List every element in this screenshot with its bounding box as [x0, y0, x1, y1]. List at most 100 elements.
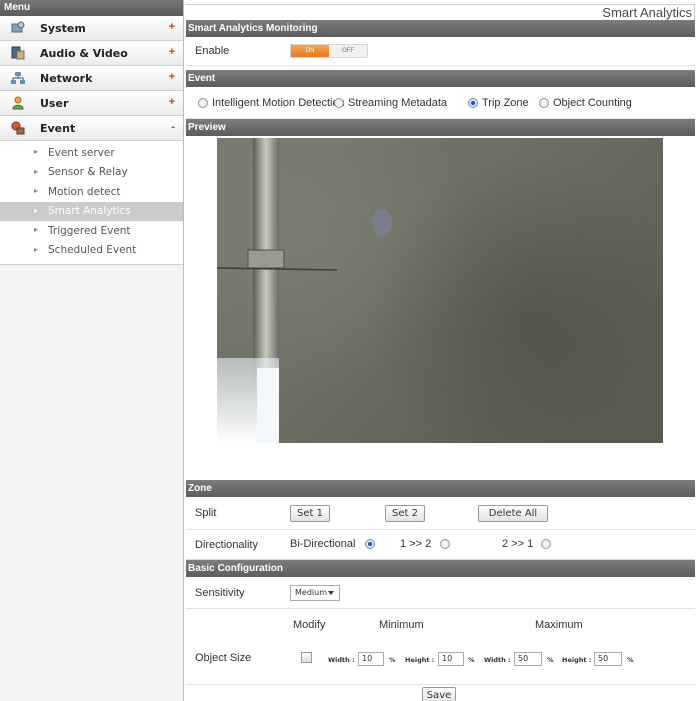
- camera-preview[interactable]: [217, 138, 663, 443]
- section-monitoring: Smart Analytics Monitoring: [186, 20, 695, 37]
- enable-toggle[interactable]: ON OFF: [290, 44, 368, 58]
- expand-marker[interactable]: +: [169, 21, 175, 33]
- one-to-two-radio[interactable]: [440, 539, 450, 549]
- collapse-marker[interactable]: -: [171, 121, 175, 133]
- sidebar-item-label: Network: [40, 71, 93, 85]
- bi-directional-radio[interactable]: [365, 539, 375, 549]
- radio-button[interactable]: [468, 98, 478, 108]
- set2-button[interactable]: Set 2: [385, 505, 425, 522]
- submenu-item-triggered-event[interactable]: ▸ Triggered Event: [0, 221, 183, 241]
- toggle-off[interactable]: OFF: [329, 45, 367, 57]
- percent-label: %: [389, 656, 396, 664]
- user-icon: [10, 95, 26, 111]
- sidebar-item-user[interactable]: User +: [0, 91, 183, 116]
- min-width-label: Width :: [328, 656, 355, 664]
- max-height-label: Height :: [562, 656, 592, 664]
- toggle-on[interactable]: ON: [291, 45, 329, 57]
- split-row: Split Set 1 Set 2 Delete All: [186, 497, 695, 530]
- submenu-label: Scheduled Event: [48, 244, 137, 257]
- network-icon: [10, 70, 26, 86]
- radio-button[interactable]: [334, 98, 344, 108]
- sidebar-item-system[interactable]: System +: [0, 16, 183, 41]
- submenu-label: Motion detect: [48, 185, 121, 198]
- min-width-input[interactable]: 10: [358, 652, 384, 666]
- event-option-imd[interactable]: Intelligent Motion Detection: [198, 97, 345, 109]
- delete-all-button[interactable]: Delete All: [478, 505, 548, 522]
- percent-label: %: [547, 656, 554, 664]
- modify-header: Modify: [293, 619, 326, 631]
- sidebar-item-label: System: [40, 21, 86, 35]
- percent-label: %: [468, 656, 475, 664]
- radio-button[interactable]: [539, 98, 549, 108]
- preview-area: [186, 136, 695, 480]
- radio-button[interactable]: [198, 98, 208, 108]
- submenu-item-motion-detect[interactable]: ▸ Motion detect: [0, 182, 183, 202]
- sidebar-item-label: User: [40, 96, 69, 110]
- sidebar: Menu System + Audio & Video + Network + …: [0, 0, 184, 701]
- arrow-right-icon: ▸: [34, 205, 39, 215]
- sidebar-item-audio-video[interactable]: Audio & Video +: [0, 41, 183, 66]
- event-icon: [10, 120, 26, 136]
- sidebar-item-label: Audio & Video: [40, 46, 128, 60]
- split-label: Split: [195, 507, 217, 519]
- min-height-input[interactable]: 10: [438, 652, 464, 666]
- modify-checkbox[interactable]: [301, 652, 312, 663]
- sensitivity-row: Sensitivity Medium: [186, 577, 695, 609]
- max-width-label: Width :: [484, 656, 511, 664]
- expand-marker[interactable]: +: [169, 71, 175, 83]
- expand-marker[interactable]: +: [169, 46, 175, 58]
- object-size-row: Modify Minimum Maximum Object Size Width…: [186, 609, 695, 685]
- directionality-label: Directionality: [195, 538, 258, 551]
- section-zone: Zone: [186, 480, 695, 497]
- page-title: Smart Analytics: [186, 4, 695, 20]
- submenu-item-sensor-relay[interactable]: ▸ Sensor & Relay: [0, 163, 183, 183]
- directionality-row: Directionality Bi-Directional 1 >> 2 2 >…: [186, 530, 695, 560]
- event-option-metadata[interactable]: Streaming Metadata: [334, 97, 447, 109]
- system-icon: [10, 20, 26, 36]
- option-label: Intelligent Motion Detection: [212, 97, 345, 109]
- submenu-label: Smart Analytics: [48, 205, 131, 218]
- section-basic-config: Basic Configuration: [186, 560, 695, 577]
- minimum-header: Minimum: [379, 619, 424, 631]
- submenu-item-smart-analytics[interactable]: ▸ Smart Analytics: [0, 201, 183, 221]
- maximum-header: Maximum: [535, 619, 583, 631]
- section-event: Event: [186, 70, 695, 87]
- arrow-right-icon: ▸: [34, 244, 39, 254]
- bi-directional-label: Bi-Directional: [290, 538, 356, 550]
- arrow-right-icon: ▸: [34, 147, 39, 156]
- chevron-down-icon: [328, 591, 334, 595]
- event-option-object-counting[interactable]: Object Counting: [539, 97, 632, 109]
- arrow-right-icon: ▸: [34, 225, 39, 234]
- min-height-label: Height :: [405, 656, 435, 664]
- save-button[interactable]: Save: [422, 687, 456, 701]
- save-row: Save: [186, 685, 695, 701]
- max-width-input[interactable]: 50: [514, 652, 542, 666]
- enable-label: Enable: [195, 45, 230, 57]
- arrow-right-icon: ▸: [34, 186, 39, 195]
- max-height-input[interactable]: 50: [594, 652, 622, 666]
- sidebar-item-network[interactable]: Network +: [0, 66, 183, 91]
- section-preview: Preview: [186, 119, 695, 136]
- two-to-one-label: 2 >> 1: [502, 538, 534, 550]
- percent-label: %: [627, 656, 634, 664]
- expand-marker[interactable]: +: [169, 96, 175, 108]
- option-label: Streaming Metadata: [348, 97, 448, 109]
- event-option-trip-zone[interactable]: Trip Zone: [468, 97, 529, 109]
- submenu-label: Triggered Event: [48, 224, 131, 237]
- option-label: Trip Zone: [482, 97, 529, 109]
- sensitivity-select[interactable]: Medium: [290, 585, 340, 601]
- enable-row: Enable ON OFF: [186, 37, 695, 66]
- sidebar-item-event[interactable]: Event -: [0, 116, 183, 141]
- set1-button[interactable]: Set 1: [290, 505, 330, 522]
- two-to-one-radio[interactable]: [541, 539, 551, 549]
- audio-video-icon: [10, 45, 26, 61]
- event-submenu: ▸ Event server ▸ Sensor & Relay ▸ Motion…: [0, 141, 183, 265]
- submenu-label: Event server: [48, 146, 115, 159]
- event-row: Intelligent Motion Detection Streaming M…: [186, 87, 695, 119]
- sensitivity-label: Sensitivity: [195, 586, 245, 599]
- submenu-item-event-server[interactable]: ▸ Event server: [0, 143, 183, 163]
- main-content: Smart Analytics Smart Analytics Monitori…: [186, 4, 695, 701]
- sensitivity-value: Medium: [295, 588, 327, 597]
- submenu-item-scheduled-event[interactable]: ▸ Scheduled Event: [0, 241, 183, 261]
- sidebar-item-label: Event: [40, 121, 76, 135]
